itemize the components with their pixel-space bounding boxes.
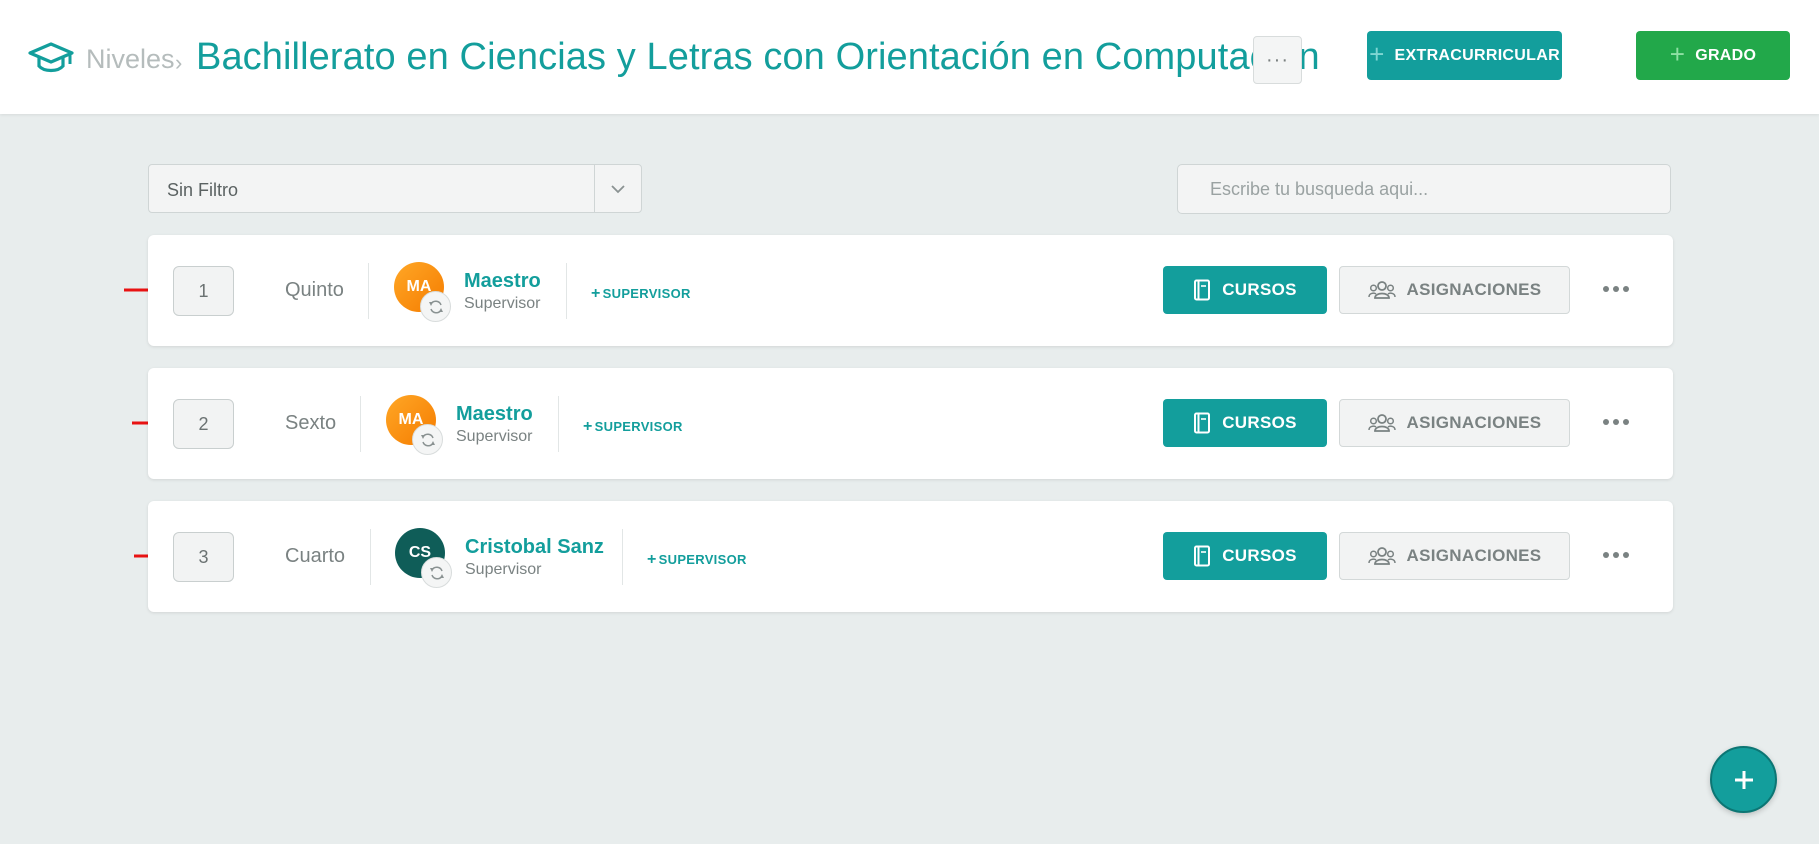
asignaciones-button[interactable]: ASIGNACIONES (1339, 399, 1570, 447)
refresh-icon[interactable] (412, 424, 443, 455)
grade-order-field[interactable]: 3 (173, 532, 234, 582)
supervisor-role: Supervisor (465, 561, 542, 578)
divider (566, 263, 567, 319)
asignaciones-button[interactable]: ASIGNACIONES (1339, 532, 1570, 580)
grade-name: Quinto (285, 279, 344, 301)
more-horizontal-icon: ··· (1266, 48, 1289, 71)
breadcrumb-separator: › (175, 50, 183, 75)
book-icon (1194, 279, 1211, 301)
divider (622, 529, 623, 585)
divider (558, 396, 559, 452)
cursos-label: CURSOS (1222, 413, 1297, 432)
supervisor-name[interactable]: Maestro (456, 403, 533, 426)
grade-row: 2 Sexto MA Maestro Supervisor + SUPERVISO… (148, 368, 1673, 479)
supervisor-name[interactable]: Cristobal Sanz (465, 536, 604, 559)
cursos-label: CURSOS (1222, 546, 1297, 565)
filter-select-value: Sin Filtro (167, 180, 239, 200)
plus-icon: + (647, 551, 657, 568)
row-more-button[interactable] (1600, 543, 1632, 567)
top-header: Niveles › Bachillerato en Ciencias y Let… (0, 0, 1819, 114)
book-icon (1194, 412, 1211, 434)
divider (368, 263, 369, 319)
divider (370, 529, 371, 585)
users-icon (1367, 547, 1396, 565)
refresh-icon[interactable] (420, 291, 451, 322)
users-icon (1367, 281, 1396, 299)
add-grado-button[interactable]: + GRADO (1636, 31, 1790, 80)
grade-order-field[interactable]: 1 (173, 266, 234, 316)
extracurricular-label: EXTRACURRICULAR (1394, 46, 1560, 64)
grade-row: 3 Cuarto CS Cristobal Sanz Supervisor + S… (148, 501, 1673, 612)
asignaciones-label: ASIGNACIONES (1406, 546, 1542, 565)
filter-select[interactable]: Sin Filtro (148, 164, 642, 213)
add-extracurricular-button[interactable]: + EXTRACURRICULAR (1367, 31, 1562, 80)
graduation-cap-icon (28, 42, 74, 73)
chevron-down-icon[interactable] (594, 165, 641, 212)
cursos-button[interactable]: CURSOS (1163, 399, 1327, 447)
book-icon (1194, 545, 1211, 567)
supervisor-name[interactable]: Maestro (464, 270, 541, 293)
title-more-button[interactable]: ··· (1253, 36, 1302, 84)
cursos-label: CURSOS (1222, 280, 1297, 299)
add-supervisor-link[interactable]: + SUPERVISOR (583, 418, 683, 436)
divider (360, 396, 361, 452)
add-supervisor-label: SUPERVISOR (602, 286, 691, 301)
asignaciones-button[interactable]: ASIGNACIONES (1339, 266, 1570, 314)
users-icon (1367, 414, 1396, 432)
asignaciones-label: ASIGNACIONES (1406, 280, 1542, 299)
supervisor-role: Supervisor (456, 428, 533, 445)
cursos-button[interactable]: CURSOS (1163, 266, 1327, 314)
page-title: Bachillerato en Ciencias y Letras con Or… (196, 36, 1320, 78)
grade-name: Cuarto (285, 545, 346, 567)
grade-name: Sexto (285, 412, 337, 434)
add-supervisor-label: SUPERVISOR (594, 419, 683, 434)
grade-order-field[interactable]: 2 (173, 399, 234, 449)
plus-icon: + (1669, 39, 1686, 69)
row-more-button[interactable] (1600, 410, 1632, 434)
grado-label: GRADO (1695, 46, 1757, 64)
add-supervisor-link[interactable]: + SUPERVISOR (591, 285, 691, 303)
asignaciones-label: ASIGNACIONES (1406, 413, 1542, 432)
row-more-button[interactable] (1600, 277, 1632, 301)
plus-icon (1734, 770, 1753, 789)
plus-icon: + (583, 418, 593, 435)
add-supervisor-link[interactable]: + SUPERVISOR (647, 551, 747, 569)
plus-icon: + (591, 285, 601, 302)
search-input[interactable] (1177, 164, 1671, 214)
supervisor-role: Supervisor (464, 295, 541, 312)
plus-icon: + (1369, 39, 1385, 69)
breadcrumb-niveles[interactable]: Niveles (86, 44, 175, 75)
grade-row: 1 Quinto MA Maestro Supervisor + SUPERVIS… (148, 235, 1673, 346)
add-supervisor-label: SUPERVISOR (658, 552, 747, 567)
floating-add-button[interactable] (1710, 746, 1777, 813)
cursos-button[interactable]: CURSOS (1163, 532, 1327, 580)
refresh-icon[interactable] (421, 557, 452, 588)
